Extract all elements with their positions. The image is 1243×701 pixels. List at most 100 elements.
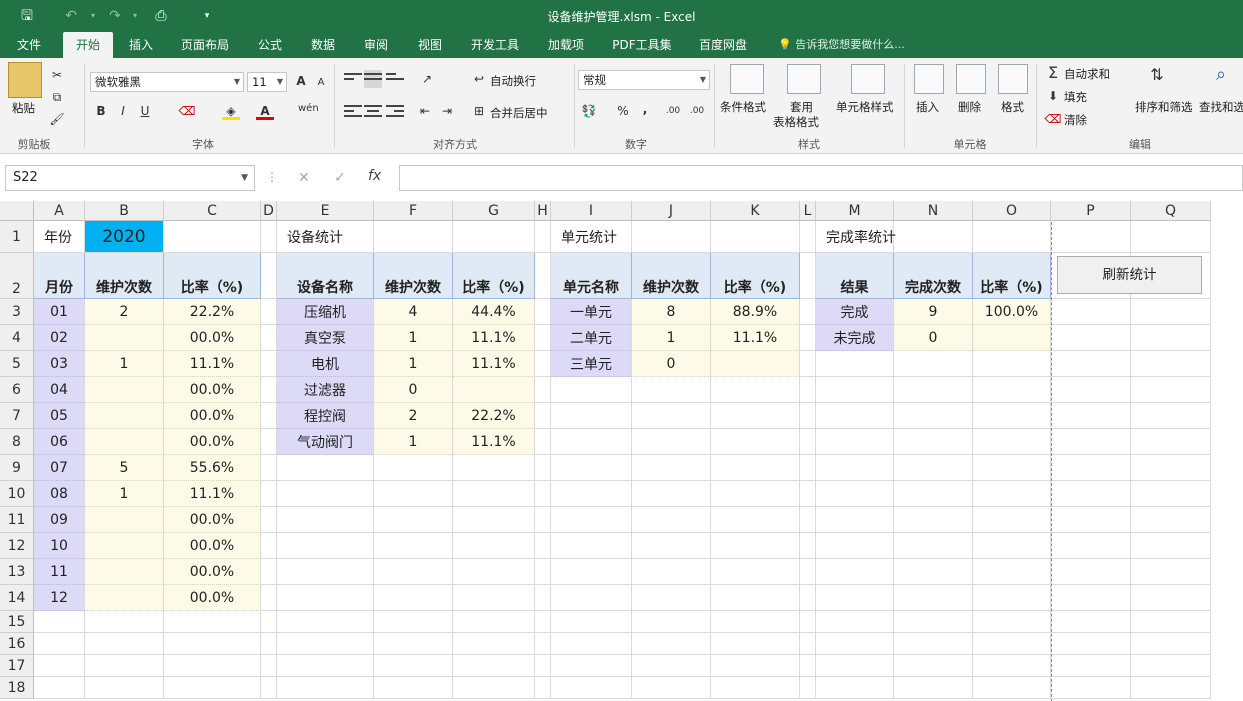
cell-H3[interactable] [535, 299, 551, 325]
cell-I10[interactable] [551, 481, 632, 507]
cell-A15[interactable] [34, 611, 85, 633]
cell-A16[interactable] [34, 633, 85, 655]
cell-N16[interactable] [894, 633, 973, 655]
format-table-button-2[interactable]: 表格格式 [773, 114, 819, 130]
sort-filter-button[interactable]: 排序和筛选 [1135, 99, 1193, 115]
cell-Q13[interactable] [1131, 559, 1211, 585]
cell-E13[interactable] [277, 559, 374, 585]
completion-name-cell[interactable]: 未完成 [816, 325, 894, 351]
cell-K16[interactable] [711, 633, 800, 655]
cell-G9[interactable] [453, 455, 535, 481]
equipment-count-cell[interactable]: 1 [374, 351, 453, 377]
cell-N10[interactable] [894, 481, 973, 507]
cell-K12[interactable] [711, 533, 800, 559]
cell-M18[interactable] [816, 677, 894, 699]
cell-L17[interactable] [800, 655, 816, 677]
cell-J8[interactable] [632, 429, 711, 455]
row-header-5[interactable]: 5 [0, 351, 34, 377]
cell-Q1[interactable] [1131, 221, 1211, 253]
row-header-17[interactable]: 17 [0, 655, 34, 677]
paste-button[interactable]: 粘贴 [12, 100, 35, 116]
cell-Q8[interactable] [1131, 429, 1211, 455]
equipment-title-cell[interactable]: 设备统计 [277, 221, 535, 253]
cell-N11[interactable] [894, 507, 973, 533]
cell-P16[interactable] [1051, 633, 1131, 655]
cell-H6[interactable] [535, 377, 551, 403]
cell-F14[interactable] [374, 585, 453, 611]
monthly-name-cell[interactable]: 06 [34, 429, 85, 455]
align-left-icon[interactable] [344, 102, 362, 120]
cell-F18[interactable] [374, 677, 453, 699]
cell-L10[interactable] [800, 481, 816, 507]
unit-count-cell[interactable]: 1 [632, 325, 711, 351]
cell-J7[interactable] [632, 403, 711, 429]
fill-button[interactable]: 填充 [1064, 89, 1087, 105]
cell-J9[interactable] [632, 455, 711, 481]
fill-icon[interactable]: ⬇ [1044, 87, 1062, 105]
align-right-icon[interactable] [386, 102, 404, 120]
cancel-icon[interactable]: ✕ [298, 170, 310, 186]
font-color-icon[interactable]: A [256, 102, 274, 120]
cell-J11[interactable] [632, 507, 711, 533]
conditional-format-icon[interactable] [730, 64, 764, 94]
equipment-count-cell[interactable]: 4 [374, 299, 453, 325]
monthly-ratio-cell[interactable]: 00.0% [164, 507, 261, 533]
cell-H15[interactable] [535, 611, 551, 633]
cell-L14[interactable] [800, 585, 816, 611]
clear-button[interactable]: 清除 [1064, 112, 1087, 128]
cell-L18[interactable] [800, 677, 816, 699]
unit-ratio-cell[interactable]: 88.9% [711, 299, 800, 325]
cell-G13[interactable] [453, 559, 535, 585]
cell-I17[interactable] [551, 655, 632, 677]
monthly-name-cell[interactable]: 08 [34, 481, 85, 507]
monthly-count-cell[interactable]: 1 [85, 481, 164, 507]
monthly-name-cell[interactable]: 11 [34, 559, 85, 585]
cell-L4[interactable] [800, 325, 816, 351]
cell-Q16[interactable] [1131, 633, 1211, 655]
cell-E17[interactable] [277, 655, 374, 677]
monthly-name-cell[interactable]: 03 [34, 351, 85, 377]
cell-F16[interactable] [374, 633, 453, 655]
monthly-name-cell[interactable]: 12 [34, 585, 85, 611]
column-header-P[interactable]: P [1051, 201, 1131, 221]
cell-Q4[interactable] [1131, 325, 1211, 351]
cell-M14[interactable] [816, 585, 894, 611]
cell-O10[interactable] [973, 481, 1051, 507]
cell-K18[interactable] [711, 677, 800, 699]
cell-D4[interactable] [261, 325, 277, 351]
clear-icon[interactable]: ⌫ [1044, 110, 1062, 128]
cell-E16[interactable] [277, 633, 374, 655]
unit-count-cell[interactable]: 0 [632, 351, 711, 377]
cell-Q7[interactable] [1131, 403, 1211, 429]
equipment-count-cell[interactable]: 0 [374, 377, 453, 403]
cell-H8[interactable] [535, 429, 551, 455]
monthly-count-cell[interactable]: 2 [85, 299, 164, 325]
enter-icon[interactable]: ✓ [334, 170, 346, 186]
cell-P10[interactable] [1051, 481, 1131, 507]
monthly-name-cell[interactable]: 10 [34, 533, 85, 559]
cell-styles-icon[interactable] [851, 64, 885, 94]
cell-G12[interactable] [453, 533, 535, 559]
monthly-ratio-cell[interactable]: 22.2% [164, 299, 261, 325]
cell-H18[interactable] [535, 677, 551, 699]
equipment-name-cell[interactable]: 真空泵 [277, 325, 374, 351]
row-header-15[interactable]: 15 [0, 611, 34, 633]
font-name-select[interactable]: 微软雅黑 ▼ [90, 72, 244, 92]
monthly-count-cell[interactable]: 1 [85, 351, 164, 377]
cell-Q5[interactable] [1131, 351, 1211, 377]
cell-E9[interactable] [277, 455, 374, 481]
cell-O9[interactable] [973, 455, 1051, 481]
column-header-L[interactable]: L [800, 201, 816, 221]
wrap-text-icon[interactable]: ↩ [470, 70, 488, 88]
cell-L2[interactable] [800, 253, 816, 299]
cell-D17[interactable] [261, 655, 277, 677]
insert-cells-icon[interactable] [914, 64, 944, 94]
cell-P14[interactable] [1051, 585, 1131, 611]
cell-C1[interactable] [164, 221, 261, 253]
grow-font-icon[interactable]: A [292, 72, 310, 90]
equipment-ratio-cell[interactable] [453, 377, 535, 403]
cell-F12[interactable] [374, 533, 453, 559]
monthly-ratio-cell[interactable]: 11.1% [164, 481, 261, 507]
cell-Q15[interactable] [1131, 611, 1211, 633]
cell-L12[interactable] [800, 533, 816, 559]
